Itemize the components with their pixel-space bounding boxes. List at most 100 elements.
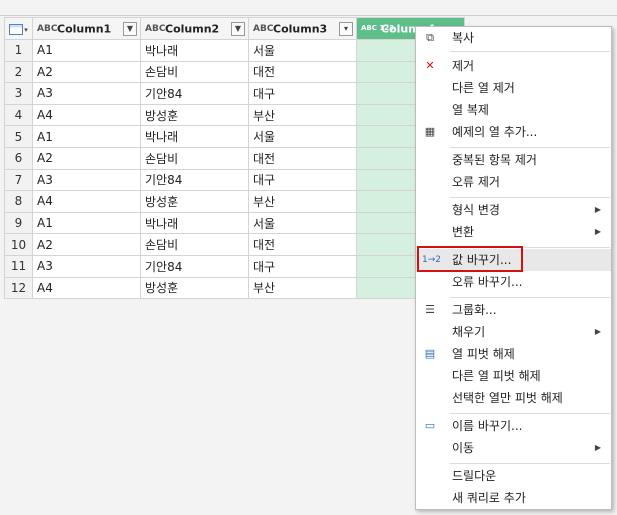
cell-column3[interactable]: 부산 (248, 276, 357, 300)
cell-column2[interactable]: 방성훈 (140, 190, 249, 213)
row-number[interactable]: 8 (4, 190, 33, 213)
row-number[interactable]: 5 (4, 125, 33, 148)
menu-item-group-by[interactable]: ☰ 그룹화... (416, 299, 611, 321)
menu-item-remove-duplicates[interactable]: 중복된 항목 제거 (416, 149, 611, 171)
menu-divider (450, 413, 610, 414)
dropdown-icon[interactable]: ▾ (339, 22, 353, 36)
menu-item-duplicate-column[interactable]: 열 복제 (416, 99, 611, 121)
chevron-right-icon: ▶ (594, 227, 601, 236)
row-number[interactable]: 6 (4, 146, 33, 170)
row-number[interactable]: 9 (4, 211, 33, 235)
cell-column3[interactable]: 부산 (248, 103, 357, 127)
row-number[interactable]: 1 (4, 39, 33, 62)
cell-column1[interactable]: A2 (32, 146, 141, 170)
menu-item-unpivot-columns[interactable]: ▤ 열 피벗 해제 (416, 343, 611, 365)
column-header-3[interactable]: ABCColumn3 ▾ (248, 17, 357, 40)
cell-column3[interactable]: 대구 (248, 82, 357, 105)
cell-column3[interactable]: 대구 (248, 254, 357, 278)
menu-item-fill[interactable]: 채우기 ▶ (416, 321, 611, 343)
chevron-right-icon: ▶ (594, 205, 601, 214)
table-row[interactable]: 2 A2 손담비 대전 (4, 60, 465, 84)
row-number[interactable]: 3 (4, 82, 33, 105)
cell-column1[interactable]: A1 (32, 39, 141, 62)
table-row[interactable]: 1 A1 박나래 서울 (4, 39, 465, 62)
cell-column2[interactable]: 방성훈 (140, 276, 249, 300)
row-number[interactable]: 12 (4, 276, 33, 300)
chevron-right-icon: ▶ (594, 327, 601, 336)
row-number[interactable]: 7 (4, 168, 33, 192)
cell-column2[interactable]: 기안84 (140, 82, 249, 105)
cell-column1[interactable]: A4 (32, 103, 141, 127)
table-row[interactable]: 11 A3 기안84 대구 (4, 254, 465, 278)
cell-column3[interactable]: 서울 (248, 125, 357, 148)
table-row[interactable]: 7 A3 기안84 대구 (4, 168, 465, 192)
cell-column2[interactable]: 손담비 (140, 233, 249, 256)
cell-column3[interactable]: 대전 (248, 233, 357, 256)
menu-divider (450, 197, 610, 198)
cell-column2[interactable]: 박나래 (140, 39, 249, 62)
filter-icon[interactable]: ▼ (231, 22, 245, 36)
menu-item-copy[interactable]: ⧉ 복사 (416, 27, 611, 49)
menu-item-replace-errors[interactable]: 오류 바꾸기... (416, 271, 611, 293)
cell-column2[interactable]: 방성훈 (140, 103, 249, 127)
row-number[interactable]: 11 (4, 254, 33, 278)
column-header-2[interactable]: ABCColumn2 ▼ (140, 17, 249, 40)
column-header-1[interactable]: ABCColumn1 ▼ (32, 17, 141, 40)
menu-item-transform[interactable]: 변환 ▶ (416, 221, 611, 243)
table-row[interactable]: 9 A1 박나래 서울 (4, 211, 465, 235)
table-row[interactable]: 3 A3 기안84 대구 (4, 82, 465, 105)
cell-column2[interactable]: 기안84 (140, 254, 249, 278)
filter-icon[interactable]: ▼ (123, 22, 137, 36)
cell-column1[interactable]: A4 (32, 190, 141, 213)
menu-item-remove[interactable]: ✕ 제거 (416, 55, 611, 77)
table-row[interactable]: 12 A4 방성훈 부산 (4, 276, 465, 300)
row-number[interactable]: 10 (4, 233, 33, 256)
cell-column2[interactable]: 박나래 (140, 211, 249, 235)
table-row[interactable]: 10 A2 손담비 대전 (4, 233, 465, 256)
menu-item-remove-errors[interactable]: 오류 제거 (416, 171, 611, 193)
cell-column2[interactable]: 손담비 (140, 146, 249, 170)
text-type-icon[interactable]: ABC (253, 24, 273, 33)
cell-column1[interactable]: A3 (32, 168, 141, 192)
any-type-icon[interactable]: ABC 123 (361, 25, 394, 32)
menu-item-move[interactable]: 이동 ▶ (416, 437, 611, 459)
menu-item-add-column-from-examples[interactable]: ▦ 예제의 열 추가... (416, 121, 611, 143)
menu-item-change-type[interactable]: 형식 변경 ▶ (416, 199, 611, 221)
cell-column1[interactable]: A1 (32, 211, 141, 235)
table-row[interactable]: 8 A4 방성훈 부산 (4, 190, 465, 213)
menu-item-add-as-new-query[interactable]: 새 쿼리로 추가 (416, 487, 611, 509)
cell-column3[interactable]: 대전 (248, 60, 357, 84)
cell-column3[interactable]: 대구 (248, 168, 357, 192)
menu-item-unpivot-other-columns[interactable]: 다른 열 피벗 해제 (416, 365, 611, 387)
cell-column1[interactable]: A1 (32, 125, 141, 148)
table-row[interactable]: 6 A2 손담비 대전 (4, 146, 465, 170)
cell-column3[interactable]: 서울 (248, 39, 357, 62)
menu-item-rename[interactable]: ▭ 이름 바꾸기... (416, 415, 611, 437)
cell-column1[interactable]: A3 (32, 82, 141, 105)
row-number[interactable]: 2 (4, 60, 33, 84)
table-row[interactable]: 5 A1 박나래 서울 (4, 125, 465, 148)
highlight-box (417, 246, 523, 272)
cell-column1[interactable]: A3 (32, 254, 141, 278)
menu-item-drilldown[interactable]: 드릴다운 (416, 465, 611, 487)
menu-item-remove-other-columns[interactable]: 다른 열 제거 (416, 77, 611, 99)
table-row[interactable]: 4 A4 방성훈 부산 (4, 103, 465, 127)
cell-column2[interactable]: 박나래 (140, 125, 249, 148)
cell-column3[interactable]: 대전 (248, 146, 357, 170)
cell-column3[interactable]: 서울 (248, 211, 357, 235)
column-header-label: Column2 (165, 22, 220, 36)
table-icon (9, 23, 24, 35)
column-header-label: Column3 (273, 22, 328, 36)
text-type-icon[interactable]: ABC (145, 24, 165, 33)
cell-column3[interactable]: 부산 (248, 190, 357, 213)
cell-column2[interactable]: 손담비 (140, 60, 249, 84)
header-row: ▾ ABCColumn1 ▼ ABCColumn2 ▼ ABCColumn3 ▾… (4, 17, 465, 40)
cell-column2[interactable]: 기안84 (140, 168, 249, 192)
cell-column1[interactable]: A2 (32, 60, 141, 84)
menu-item-unpivot-selected-columns[interactable]: 선택한 열만 피벗 해제 (416, 387, 611, 409)
text-type-icon[interactable]: ABC (37, 24, 57, 33)
cell-column1[interactable]: A4 (32, 276, 141, 300)
cell-column1[interactable]: A2 (32, 233, 141, 256)
table-menu-button[interactable]: ▾ (4, 17, 33, 40)
row-number[interactable]: 4 (4, 103, 33, 127)
